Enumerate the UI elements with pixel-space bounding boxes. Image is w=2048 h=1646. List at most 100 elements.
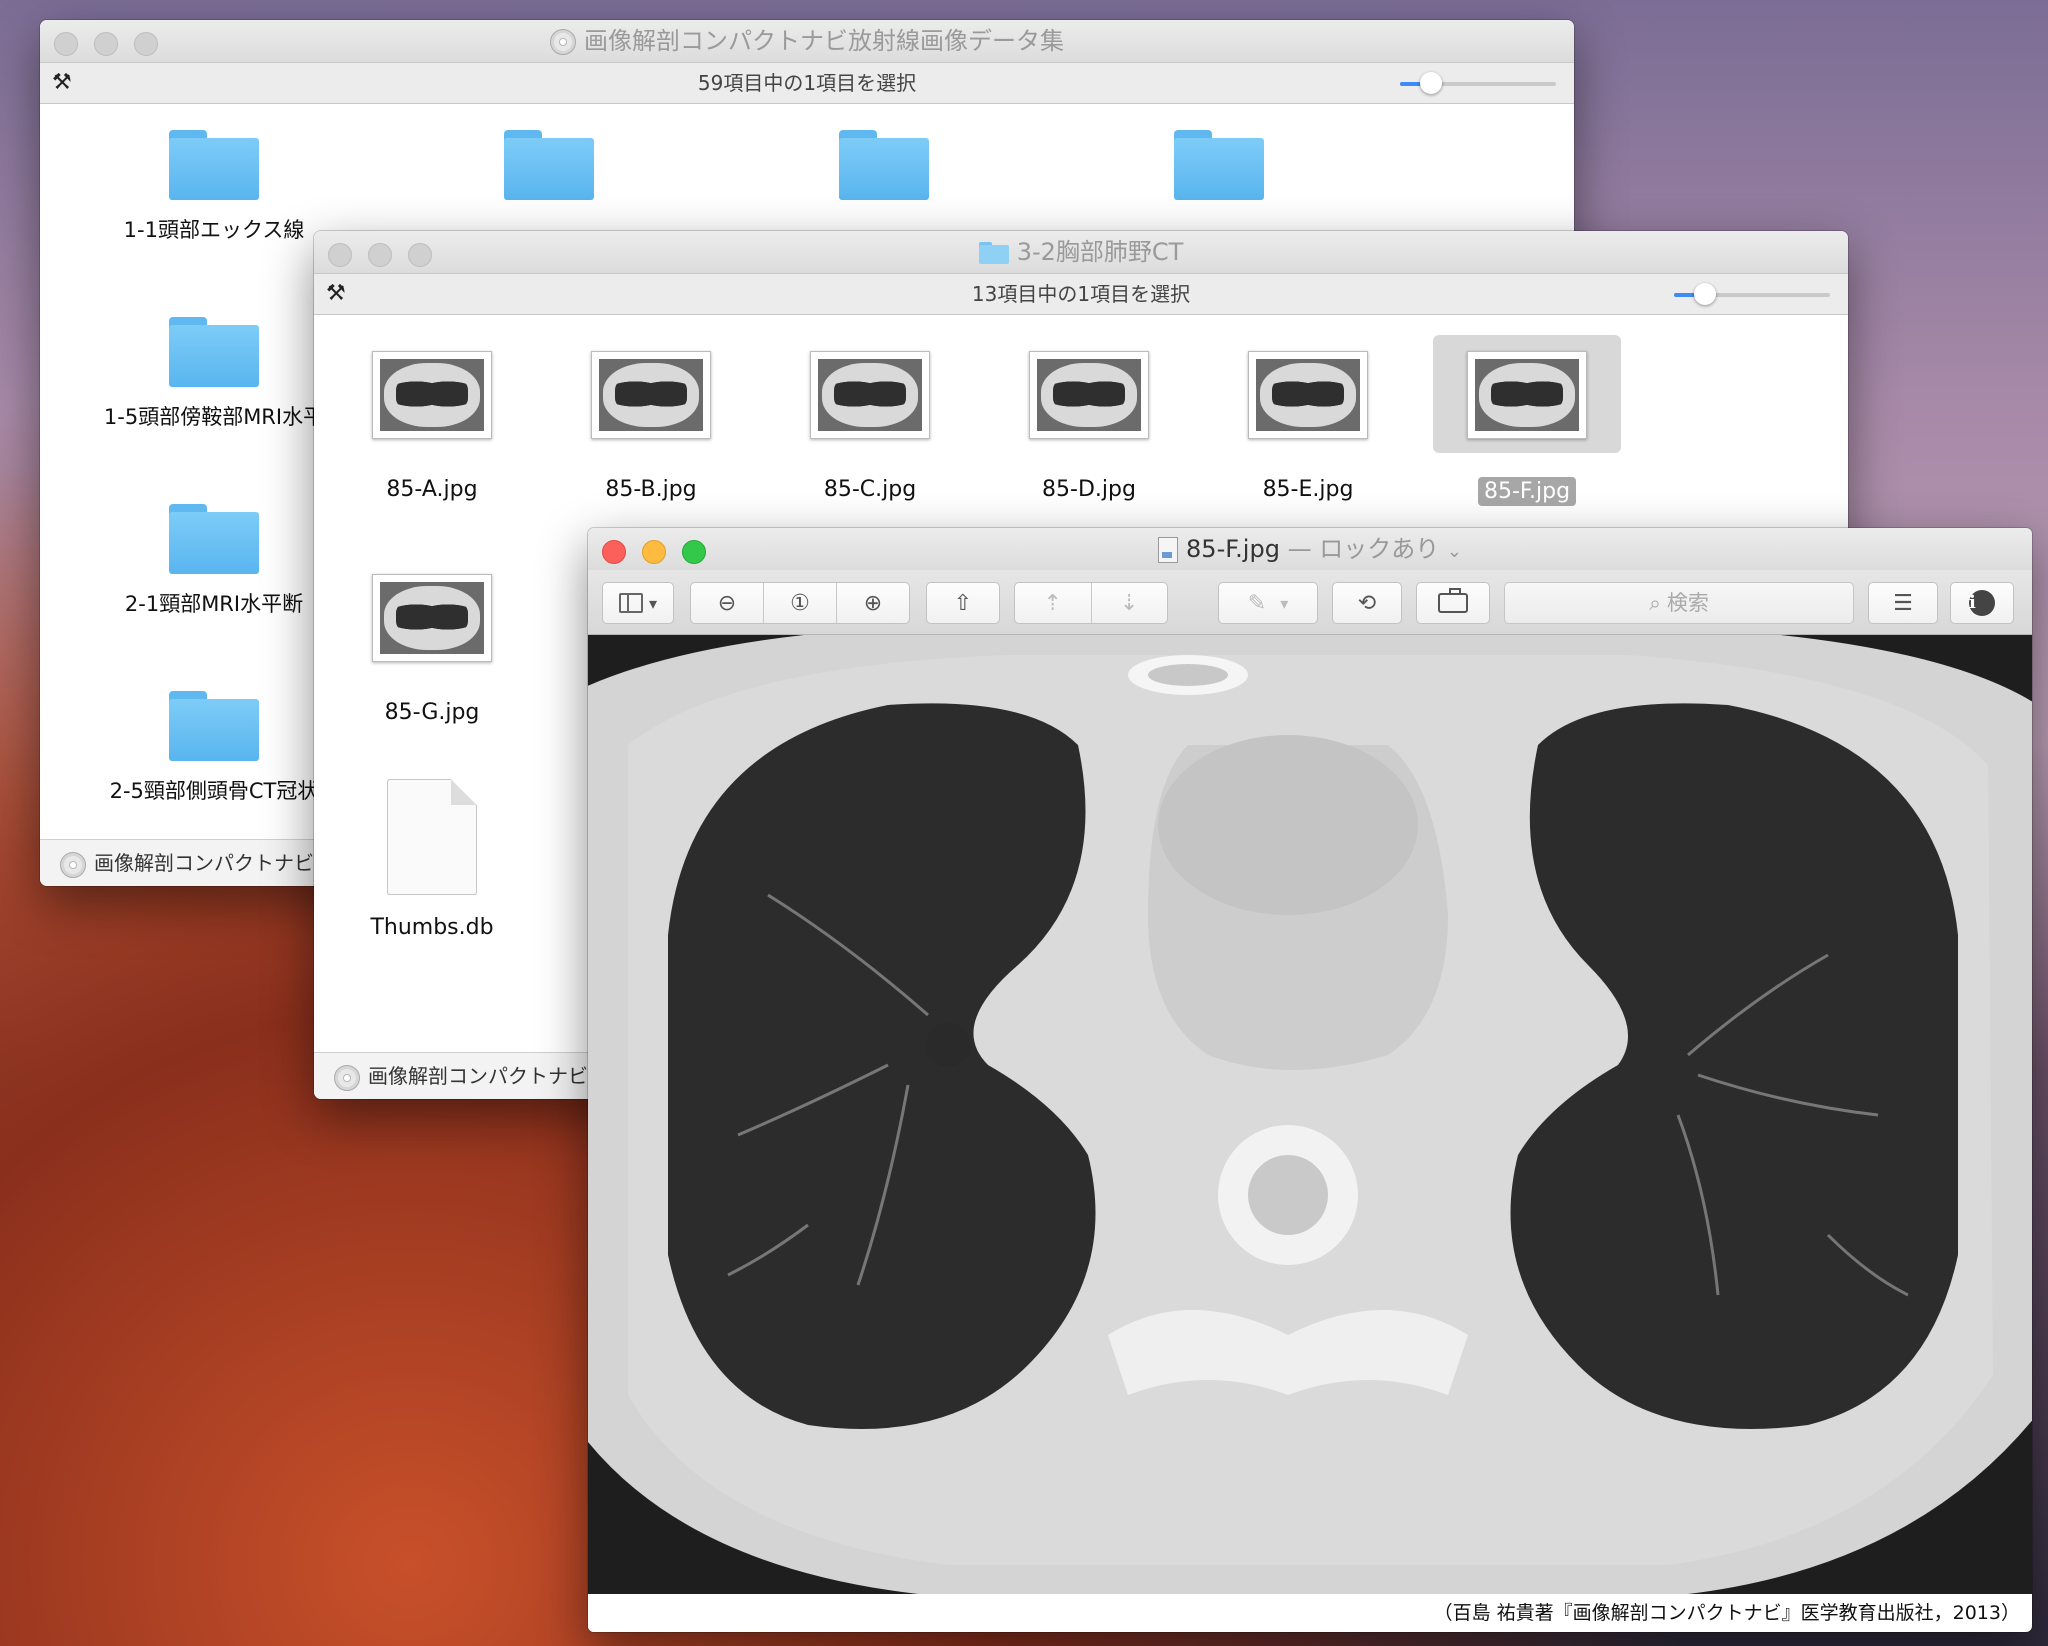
file-item[interactable]: 85-D.jpg [989, 351, 1189, 504]
sidebar-toggle-button[interactable]: ▾ [602, 582, 674, 624]
actual-size-button[interactable]: ① [763, 583, 836, 623]
titlebar[interactable]: 画像解剖コンパクトナビ放射線画像データ集 [40, 20, 1574, 63]
zoom-out-icon: ⊖ [717, 590, 737, 616]
toolbox-icon [1438, 588, 1468, 613]
file-label: 85-C.jpg [823, 477, 917, 502]
info-button[interactable]: i [1950, 582, 2014, 624]
chest-ct-scan [588, 635, 2032, 1594]
status-bar: ⚒ 13項目中の1項目を選択 [314, 274, 1848, 315]
folder-icon [169, 130, 259, 200]
folder-item[interactable] [1099, 130, 1339, 200]
folder-item[interactable]: 2-5頸部側頭骨CT冠状 [94, 691, 334, 805]
path-label: 画像解剖コンパクトナビ [94, 851, 314, 875]
markup-button[interactable]: ✎ ▾ [1218, 582, 1318, 624]
image-thumbnail [372, 351, 492, 439]
disc-icon [334, 1064, 360, 1091]
folder-icon [169, 317, 259, 387]
folder-icon [978, 242, 1009, 264]
search-field[interactable]: ⌕ 検索 [1504, 582, 1854, 624]
image-thumbnail [591, 351, 711, 439]
disc-icon [550, 29, 576, 55]
icon-size-slider[interactable] [1674, 283, 1830, 305]
disc-icon [60, 851, 86, 878]
ct-image [588, 635, 2032, 1594]
zoom-in-button[interactable]: ⊕ [836, 583, 909, 623]
share-icon: ⇧ [953, 590, 973, 616]
toolbox-button[interactable] [1416, 582, 1490, 624]
file-item[interactable]: 85-A.jpg [332, 351, 532, 504]
file-item-selected[interactable]: 85-F.jpg [1427, 335, 1627, 506]
window-title-text: 3-2胸部肺野CT [1016, 238, 1184, 266]
page-down-icon: ⇣ [1120, 590, 1139, 616]
icon-size-slider[interactable] [1400, 72, 1556, 94]
window-title: 画像解剖コンパクトナビ放射線画像データ集 [40, 20, 1574, 62]
file-item[interactable]: 85-G.jpg [332, 574, 532, 727]
folder-label: 2-5頸部側頭骨CT冠状 [109, 779, 319, 803]
page-up-icon: ⇡ [1043, 590, 1062, 616]
stack-icon: ☰ [1893, 590, 1913, 616]
slider-knob[interactable] [1694, 283, 1716, 305]
folder-label: 1-5頭部傍鞍部MRI水平 [103, 405, 325, 429]
search-placeholder: 検索 [1666, 591, 1709, 615]
file-label: 85-A.jpg [386, 477, 478, 502]
file-label: 85-F.jpg [1477, 477, 1577, 506]
pen-icon: ✎ [1247, 590, 1267, 616]
folder-item[interactable] [429, 130, 669, 200]
folder-item[interactable]: 1-1頭部エックス線 [94, 130, 334, 244]
next-page-button[interactable]: ⇣ [1090, 583, 1168, 623]
file-label: 85-E.jpg [1262, 477, 1354, 502]
slider-knob[interactable] [1420, 72, 1442, 94]
file-item[interactable]: 85-E.jpg [1208, 351, 1408, 504]
page-nav-group: ⇡ ⇣ [1014, 582, 1168, 624]
titlebar[interactable]: 85-F.jpg — ロックあり ⌄ [588, 528, 2032, 570]
file-item[interactable]: Thumbs.db [332, 779, 532, 942]
selection-status: 13項目中の1項目を選択 [971, 282, 1191, 306]
tools-icon[interactable]: ⚒ [326, 274, 346, 314]
image-thumbnail [1467, 351, 1587, 439]
folder-icon [839, 130, 929, 200]
previous-page-button[interactable]: ⇡ [1015, 583, 1091, 623]
window-title-text: 画像解剖コンパクトナビ放射線画像データ集 [584, 27, 1064, 55]
chevron-down-icon: ▾ [1280, 593, 1289, 613]
image-thumbnail [810, 351, 930, 439]
toolbar: ▾ ⊖ ① ⊕ ⇧ ⇡ ⇣ ✎ ▾ ⟲ ⌕ 検索 ☰ i [588, 570, 2032, 635]
file-label: 85-B.jpg [605, 477, 697, 502]
jpeg-file-icon [1158, 537, 1179, 563]
status-bar: ⚒ 59項目中の1項目を選択 [40, 63, 1574, 104]
file-item[interactable]: 85-C.jpg [770, 351, 970, 504]
window-title-filename: 85-F.jpg [1186, 535, 1280, 563]
folder-item[interactable]: 2-1頸部MRI水平断 [94, 504, 334, 618]
window-title: 3-2胸部肺野CT [314, 231, 1848, 273]
preview-window: 85-F.jpg — ロックあり ⌄ ▾ ⊖ ① ⊕ ⇧ ⇡ ⇣ ✎ ▾ ⟲ ⌕… [588, 528, 2032, 1632]
zoom-out-button[interactable]: ⊖ [691, 583, 763, 623]
image-thumbnail [1248, 351, 1368, 439]
folder-label: 1-1頭部エックス線 [123, 218, 305, 242]
rotate-button[interactable]: ⟲ [1332, 582, 1402, 624]
folder-icon [504, 130, 594, 200]
document-icon [387, 779, 477, 895]
info-icon: i [1969, 590, 1995, 616]
share-button[interactable]: ⇧ [926, 582, 1000, 624]
image-caption: （百島 祐貴著『画像解剖コンパクトナビ』医学教育出版社，2013） [588, 1594, 2020, 1632]
folder-item[interactable]: 1-5頭部傍鞍部MRI水平 [94, 317, 334, 431]
folder-icon [169, 691, 259, 761]
folder-icon [169, 504, 259, 574]
tools-icon[interactable]: ⚒ [52, 63, 72, 103]
stack-button[interactable]: ☰ [1868, 582, 1938, 624]
file-label: 85-D.jpg [1042, 477, 1136, 502]
folder-item[interactable] [764, 130, 1004, 200]
file-label: 85-G.jpg [384, 700, 480, 725]
file-label: Thumbs.db [370, 915, 494, 940]
zoom-in-icon: ⊕ [863, 590, 883, 616]
file-item[interactable]: 85-B.jpg [551, 351, 751, 504]
chevron-down-icon: ▾ [648, 593, 658, 613]
chevron-down-icon[interactable]: ⌄ [1447, 541, 1462, 562]
window-title[interactable]: 85-F.jpg — ロックあり ⌄ [588, 528, 2032, 570]
actual-size-icon: ① [790, 590, 810, 616]
titlebar[interactable]: 3-2胸部肺野CT [314, 231, 1848, 274]
selection-status: 59項目中の1項目を選択 [697, 71, 917, 95]
sidebar-icon [618, 593, 643, 613]
search-icon: ⌕ [1649, 591, 1661, 615]
folder-label: 2-1頸部MRI水平断 [124, 592, 304, 616]
lock-status: — ロックあり [1287, 535, 1440, 563]
